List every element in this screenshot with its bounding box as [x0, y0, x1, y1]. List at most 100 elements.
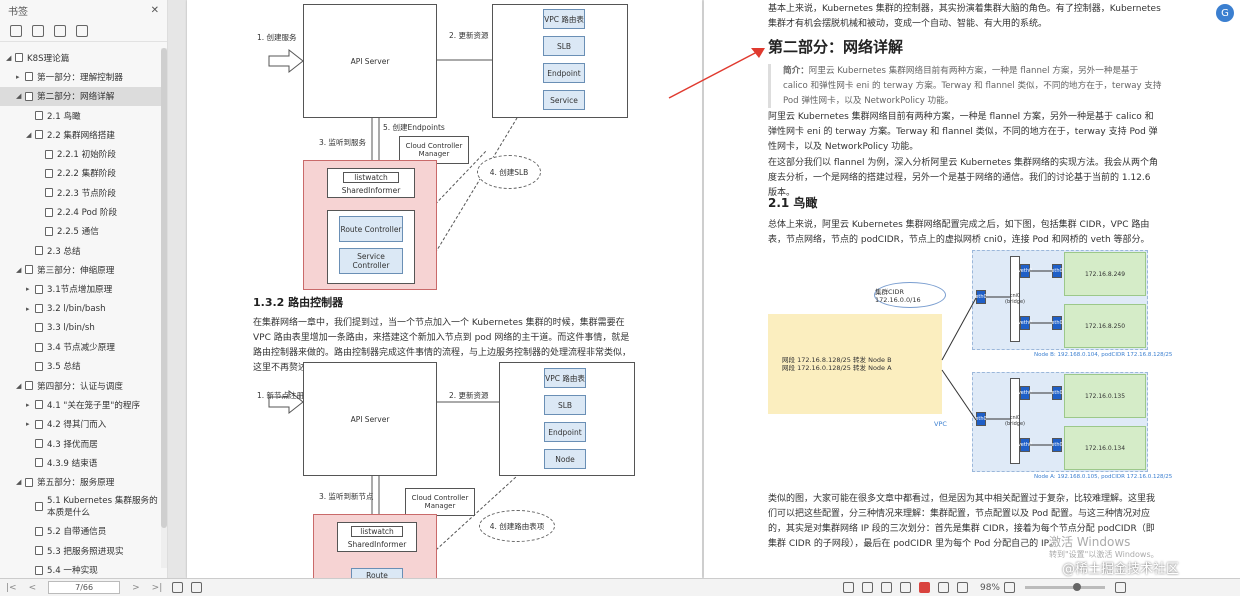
toc-item[interactable]: ▸ 第一部分：理解控制器 — [0, 67, 162, 86]
informer-box-2: listwatch SharedInformer — [337, 522, 417, 552]
toc-item[interactable]: ◢ K8S理论篇 — [0, 48, 162, 67]
service-controller-box: Service Controller — [339, 248, 403, 274]
zoom-out-icon[interactable] — [1004, 582, 1015, 593]
bookmark-add-icon[interactable] — [76, 24, 88, 37]
toc-item-label: 2.2.3 节点阶段 — [57, 188, 116, 199]
toc-item[interactable]: 3.5 总结 — [0, 357, 162, 376]
toc-item[interactable]: 5.1 Kubernetes 集群服务的本质是什么 — [0, 492, 162, 522]
service-box: Service — [543, 90, 585, 110]
toc-item[interactable]: 4.3.9 结束语 — [0, 453, 162, 472]
toc-item[interactable]: ▸ 4.1 "关在笼子里"的程序 — [0, 395, 162, 414]
bookmark-doc-icon — [35, 323, 43, 333]
bookmark-doc-icon — [15, 53, 23, 63]
expand-arrow-icon[interactable]: ▸ — [16, 73, 25, 81]
eye-icon[interactable] — [842, 582, 854, 593]
fit-page-icon[interactable] — [191, 582, 203, 593]
next-page-icon[interactable]: > — [126, 583, 146, 593]
slb-box: SLB — [543, 36, 585, 56]
informer-label-2: SharedInformer — [347, 539, 407, 549]
print-icon[interactable] — [956, 582, 968, 593]
toc-item[interactable]: 2.3 总结 — [0, 241, 162, 260]
expand-arrow-icon[interactable]: ◢ — [16, 266, 25, 274]
collapse-all-icon[interactable] — [32, 24, 44, 37]
continuous-icon[interactable] — [880, 582, 892, 593]
toc-item-label: 3.1节点增加原理 — [47, 285, 113, 296]
toc-item-label: 5.1 Kubernetes 集群服务的本质是什么 — [47, 495, 158, 518]
toc-item[interactable]: 2.2.4 Pod 阶段 — [0, 202, 162, 221]
bookmark-tree: ◢ K8S理论篇 ▸ 第一部分：理解控制器 ◢ 第二部分：网络详解 2.1 鸟瞰 ◢ 2.2 集… — [0, 48, 162, 578]
prev-page-icon[interactable]: < — [23, 583, 43, 593]
route-controller-box-2: Route — [351, 568, 403, 578]
toc-item[interactable]: ▸ 3.2 l/bin/bash — [0, 299, 162, 318]
last-page-icon[interactable]: >| — [146, 583, 169, 593]
toc-item-label: 4.2 得其门而入 — [47, 420, 107, 431]
node-box: Node — [544, 449, 586, 469]
translate-icon[interactable]: G — [1216, 4, 1234, 22]
close-icon[interactable]: ✕ — [151, 5, 159, 16]
expand-arrow-icon[interactable]: ◢ — [26, 131, 35, 139]
sidebar-scrollbar[interactable] — [161, 48, 167, 568]
toc-item[interactable]: 3.4 节点减少原理 — [0, 337, 162, 356]
bookmark-doc-icon — [45, 207, 53, 217]
toc-item[interactable]: ◢ 第四部分：认证与调度 — [0, 376, 162, 395]
toc-item-label: 2.2.2 集群阶段 — [57, 169, 116, 180]
single-page-icon[interactable] — [861, 582, 873, 593]
toc-item[interactable]: ◢ 第五部分：服务原理 — [0, 473, 162, 492]
label-update: 2. 更新资源 — [449, 31, 489, 40]
bookmark-doc-icon — [35, 130, 43, 140]
expand-arrow-icon[interactable]: ◢ — [16, 478, 25, 486]
toc-item[interactable]: 2.2.3 节点阶段 — [0, 183, 162, 202]
zoom-level[interactable]: 98% — [980, 583, 1000, 593]
bookmark-doc-icon — [35, 546, 43, 556]
toc-item[interactable]: ◢ 第三部分：伸缩原理 — [0, 260, 162, 279]
toc-item-label: K8S理论篇 — [27, 53, 70, 64]
toc-item[interactable]: 2.1 鸟瞰 — [0, 106, 162, 125]
toc-item-label: 2.2 集群网络搭建 — [47, 130, 115, 141]
toc-item[interactable]: 2.2.2 集群阶段 — [0, 164, 162, 183]
toc-item[interactable]: ▸ 4.2 得其门而入 — [0, 415, 162, 434]
page-number-input[interactable]: 7/66 — [48, 581, 121, 594]
sidebar-toolbar — [0, 20, 167, 42]
rotate-icon[interactable] — [172, 582, 184, 593]
create-route-cloud: 4. 创建路由表项 — [479, 510, 555, 542]
toc-item[interactable]: 5.4 一种实现 — [0, 560, 162, 578]
expand-arrow-icon[interactable]: ▸ — [26, 285, 35, 293]
fullscreen-icon[interactable] — [937, 582, 949, 593]
slb-box-2: SLB — [544, 395, 586, 415]
toc-item[interactable]: ◢ 第二部分：网络详解 — [0, 86, 162, 106]
endpoint-box-2: Endpoint — [544, 422, 586, 442]
vpc-route-box-2: VPC 路由表 — [544, 368, 586, 388]
toc-item-label: 4.1 "关在笼子里"的程序 — [47, 400, 141, 411]
toc-item[interactable]: 2.2.5 通信 — [0, 222, 162, 241]
toc-item[interactable]: 2.2.1 初始阶段 — [0, 144, 162, 163]
toc-item[interactable]: 3.3 l/bin/sh — [0, 318, 162, 337]
double-page-icon[interactable] — [899, 582, 911, 593]
toc-item-label: 5.4 一种实现 — [47, 566, 98, 577]
play-icon[interactable] — [918, 582, 930, 593]
expand-arrow-icon[interactable]: ▸ — [26, 401, 35, 409]
toc-item-label: 3.3 l/bin/sh — [47, 322, 95, 333]
zoom-in-icon[interactable] — [1115, 582, 1126, 593]
toc-item[interactable]: ◢ 2.2 集群网络搭建 — [0, 125, 162, 144]
api-server-box-2: API Server — [303, 362, 437, 476]
expand-arrow-icon[interactable]: ▸ — [26, 305, 35, 313]
zoom-slider[interactable] — [1025, 583, 1105, 591]
expand-arrow-icon[interactable]: ◢ — [16, 92, 25, 100]
toc-item[interactable]: ▸ 3.1节点增加原理 — [0, 280, 162, 299]
bookmark-doc-icon — [35, 526, 43, 536]
bookmark-doc-icon — [35, 284, 43, 294]
first-page-icon[interactable]: |< — [0, 583, 23, 593]
toc-item-label: 5.2 自带通信员 — [47, 527, 107, 538]
bookmark-icon[interactable] — [54, 24, 66, 37]
toc-item[interactable]: 5.3 把服务照进现实 — [0, 541, 162, 560]
bookmark-doc-icon — [35, 400, 43, 410]
bookmark-doc-icon — [35, 342, 43, 352]
toc-item-label: 2.3 总结 — [47, 246, 81, 257]
ccm-callout-2: Cloud Controller Manager — [405, 488, 475, 516]
toc-item[interactable]: 4.3 择优而居 — [0, 434, 162, 453]
expand-arrow-icon[interactable]: ◢ — [16, 382, 25, 390]
expand-arrow-icon[interactable]: ◢ — [6, 54, 15, 62]
toc-item[interactable]: 5.2 自带通信员 — [0, 522, 162, 541]
expand-arrow-icon[interactable]: ▸ — [26, 420, 35, 428]
expand-all-icon[interactable] — [10, 24, 22, 37]
